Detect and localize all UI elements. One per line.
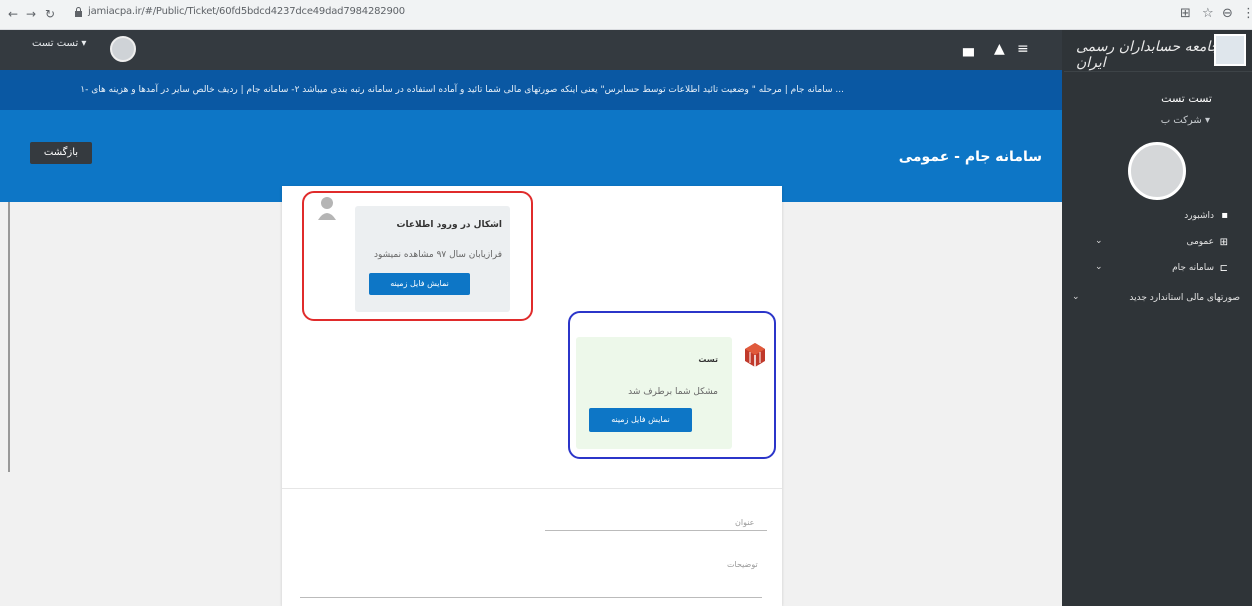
address-bar[interactable]: jamiacpa.ir/#/Public/Ticket/60fd5bdcd423… bbox=[88, 6, 405, 17]
chevron-down-icon[interactable]: ⌄ bbox=[1095, 236, 1103, 246]
account-icon[interactable]: ⊖ bbox=[1222, 6, 1233, 21]
jam-icon: ⊏ bbox=[1219, 263, 1228, 274]
dashboard-icon: ▪ bbox=[1221, 210, 1228, 221]
logo: جامعه حسابداران رسمی ایران bbox=[1064, 30, 1252, 72]
announcement-ticker: ۱- سامانه جام | مرحله " وضعیت تائید اطلا… bbox=[0, 70, 1062, 110]
description-field-label: توضیحات bbox=[727, 560, 758, 569]
sidebar-item-dashboard[interactable]: داشبورد bbox=[1184, 211, 1214, 221]
translate-icon[interactable]: ⊞ bbox=[1180, 6, 1191, 21]
bell-icon[interactable]: ▲ bbox=[994, 41, 1005, 57]
company-selector[interactable]: شرکت ب ▾ bbox=[1161, 115, 1210, 126]
back-arrow-icon[interactable]: ← bbox=[8, 7, 18, 21]
reload-icon[interactable]: ↻ bbox=[45, 7, 55, 21]
sidebar bbox=[1062, 30, 1252, 606]
top-navbar: تست تست ▾ ▄ ▲ ≡ bbox=[0, 30, 1062, 70]
sidebar-user-name: تست تست bbox=[1161, 92, 1212, 105]
star-icon[interactable]: ☆ bbox=[1202, 6, 1214, 21]
announcement-text: ۱- سامانه جام | مرحله " وضعیت تائید اطلا… bbox=[80, 85, 844, 95]
menu-icon[interactable]: ⋮ bbox=[1242, 6, 1252, 21]
browser-toolbar: ← → ↻ jamiacpa.ir/#/Public/Ticket/60fd5b… bbox=[0, 0, 1252, 30]
scroll-track[interactable] bbox=[8, 202, 10, 472]
red-highlight-frame bbox=[302, 191, 533, 321]
avatar[interactable] bbox=[110, 36, 136, 62]
sidebar-avatar bbox=[1128, 142, 1186, 200]
sidebar-item-financial-statements[interactable]: صورتهای مالی استاندارد جدید bbox=[1129, 293, 1240, 303]
chat-icon[interactable]: ▄ bbox=[963, 41, 974, 57]
forward-arrow-icon[interactable]: → bbox=[26, 7, 36, 21]
description-field[interactable] bbox=[300, 597, 762, 598]
general-icon: ⊞ bbox=[1219, 237, 1228, 248]
sidebar-item-jam[interactable]: سامانه جام bbox=[1172, 263, 1214, 273]
hamburger-icon[interactable]: ≡ bbox=[1017, 41, 1029, 57]
title-field[interactable] bbox=[545, 530, 767, 531]
back-button[interactable]: بازگشت bbox=[30, 142, 92, 164]
title-field-label: عنوان bbox=[735, 518, 755, 527]
user-menu[interactable]: تست تست ▾ bbox=[32, 38, 86, 49]
chevron-down-icon[interactable]: ⌄ bbox=[1072, 292, 1080, 302]
divider bbox=[282, 488, 782, 489]
page-title: سامانه جام - عمومی bbox=[898, 149, 1042, 165]
blue-highlight-frame bbox=[568, 311, 776, 459]
logo-emblem-icon bbox=[1214, 34, 1246, 66]
chevron-down-icon[interactable]: ⌄ bbox=[1095, 262, 1103, 272]
lock-icon bbox=[75, 7, 82, 17]
sidebar-item-general[interactable]: عمومی bbox=[1186, 237, 1214, 247]
